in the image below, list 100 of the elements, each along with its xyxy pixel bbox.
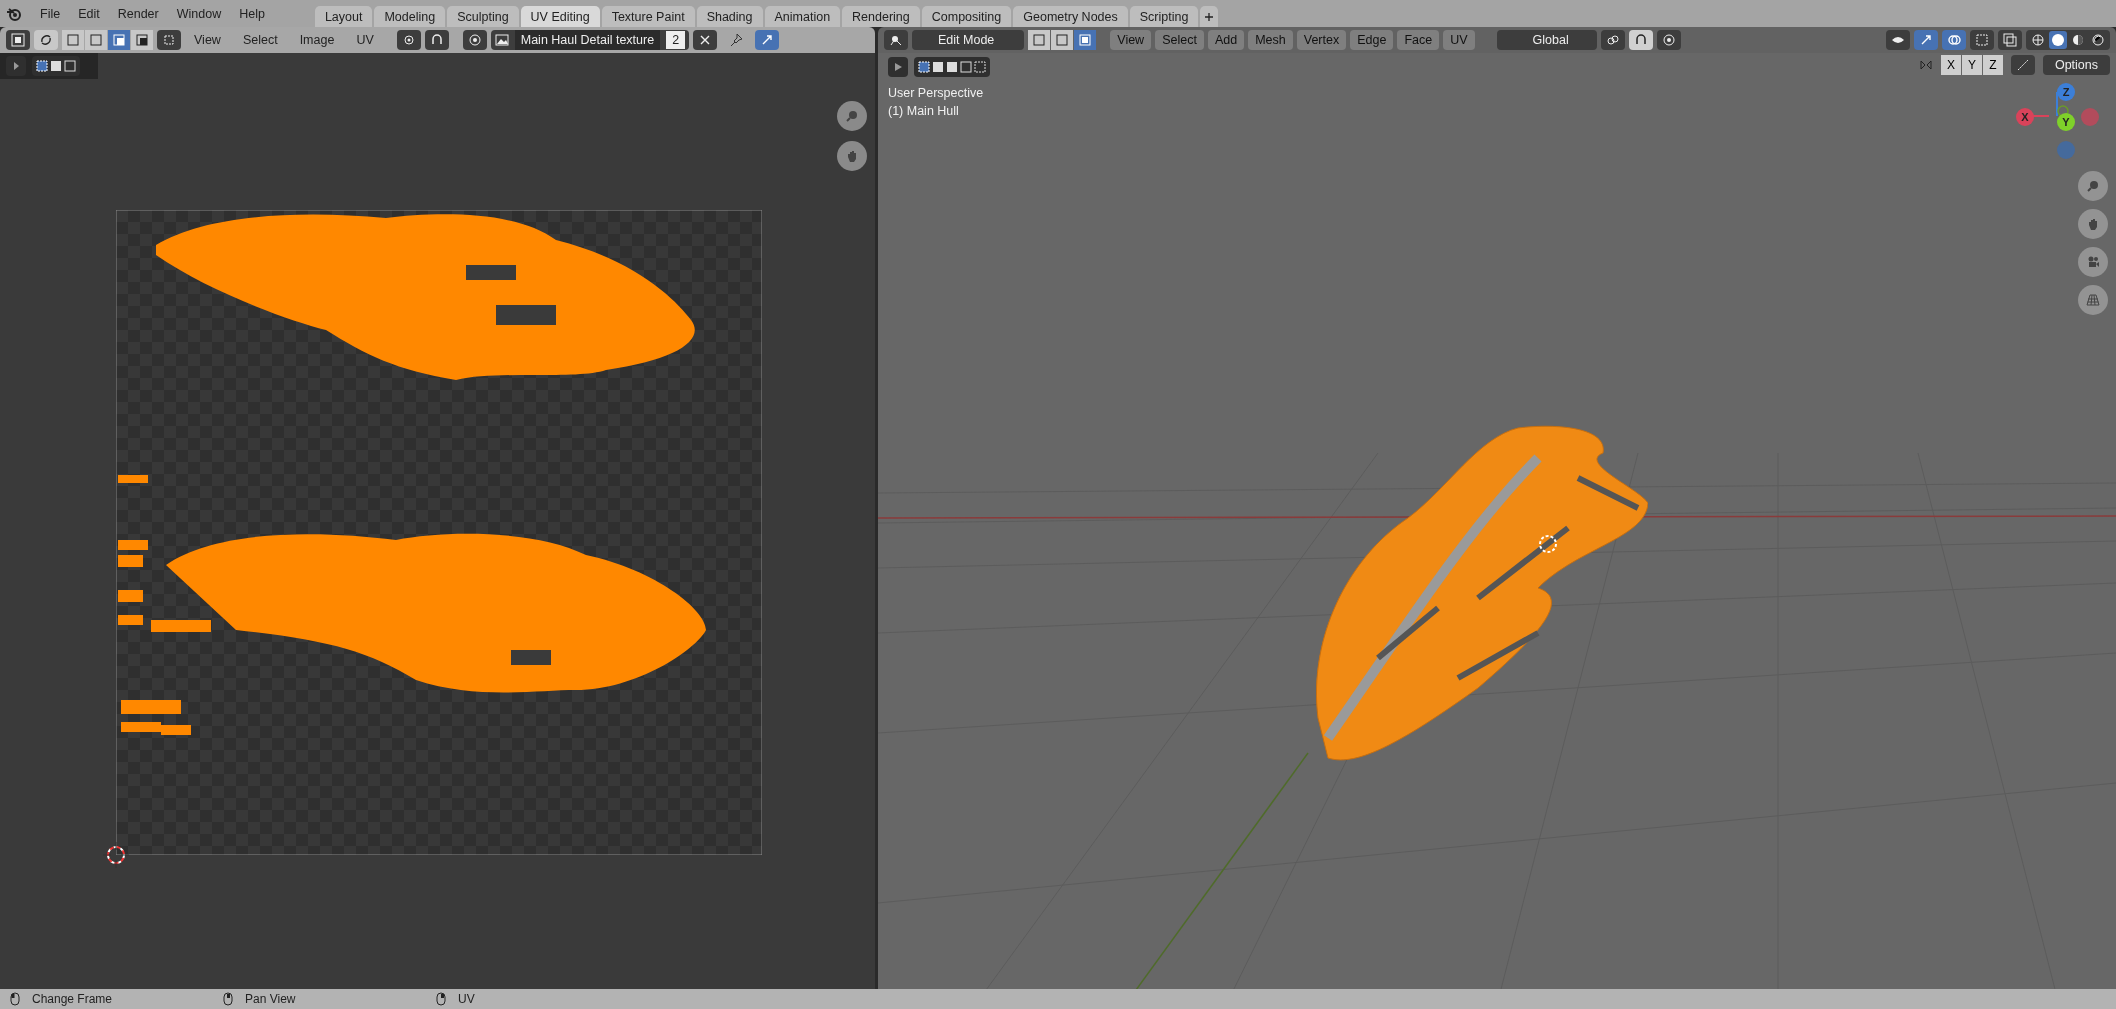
snap-button[interactable] [1628,30,1653,50]
overlays-button[interactable] [1942,30,1966,50]
snap-button[interactable] [424,30,449,50]
workspace-tab[interactable]: Texture Paint [601,6,695,27]
menu-item[interactable]: Window [168,6,230,21]
mirror-axis-button[interactable]: Y [1961,55,1982,75]
menu-item[interactable]: Edit [70,6,108,21]
select-box-tool-button[interactable] [32,56,80,76]
mesh-overlays-button[interactable] [1970,30,1994,50]
overlays-icon [1947,33,1961,47]
gizmo-toggle-button[interactable] [755,30,780,50]
close-button[interactable] [693,30,718,50]
select-mode-icon [1055,33,1070,47]
status-hint: Pan View [245,992,296,1006]
camera-button[interactable] [2078,247,2108,277]
editor-type-button[interactable] [884,30,908,50]
dashed-line-icon [2015,58,2030,72]
visibility-button[interactable] [1886,30,1910,50]
wireframe-sphere-icon [2031,33,2045,47]
workspace-tab[interactable]: Geometry Nodes [1013,6,1128,27]
image-icon [494,33,509,47]
hand-icon [845,149,859,163]
menu-item[interactable]: UV [347,33,383,47]
select-mode-icon [89,33,103,47]
menu-item[interactable]: Render [109,6,167,21]
menu-button[interactable]: Mesh [1248,30,1293,50]
select-mode-icon [135,33,149,47]
mode-dropdown[interactable]: Edit Mode [912,30,1025,50]
pivot-button[interactable] [1600,30,1625,50]
image-selector[interactable]: Main Haul Detail texture 2 [490,30,690,50]
select-mode-button[interactable] [108,30,130,50]
solid-shading-button[interactable] [2049,31,2067,49]
select-mode-icon [112,33,126,47]
menu-button[interactable]: Select [1155,30,1204,50]
menu-button[interactable]: Vertex [1296,30,1347,50]
pan-button[interactable] [2078,209,2108,239]
mirror-axis-button[interactable]: X [1940,55,1961,75]
workspace-tab[interactable]: Shading [696,6,763,27]
zoom-button[interactable] [837,101,867,131]
app-logo-icon[interactable] [6,5,22,22]
menu-item[interactable]: Help [231,6,273,21]
plus-icon [1204,11,1215,22]
add-workspace-button[interactable] [1200,6,1219,27]
mirror-icon [1918,58,1933,72]
mouse-icon [436,992,446,1006]
status-hint: Change Frame [32,992,113,1006]
proportional-edit-button[interactable] [1656,30,1681,50]
workspace-tab[interactable]: Compositing [921,6,1012,27]
workspace-tab[interactable]: Layout [314,6,373,27]
menu-item[interactable]: Image [290,33,344,47]
proportional-edit-icon [1661,33,1676,47]
menu-item[interactable]: View [185,33,230,47]
workspace-tab[interactable]: UV Editing [520,6,600,27]
render-sphere-icon [2091,33,2105,47]
rendered-shading-button[interactable] [2089,31,2107,49]
menu-button[interactable]: Face [1397,30,1440,50]
zoom-button[interactable] [2078,171,2108,201]
wireframe-shading-button[interactable] [2029,31,2047,49]
menu-button[interactable]: Edge [1350,30,1394,50]
zoom-icon [845,109,859,123]
tool-toggle-button[interactable] [888,57,908,77]
viewport-info-text: User Perspective [888,86,984,100]
select-mode-button[interactable] [131,30,153,50]
axis-x-button[interactable]: X [2016,108,2034,126]
editor-type-button[interactable] [6,30,30,50]
sync-selection-button[interactable] [34,30,58,50]
pin-icon[interactable] [729,33,744,47]
workspace-tab[interactable]: Modeling [374,6,446,27]
pan-button[interactable] [837,141,867,171]
menu-item[interactable]: Select [233,33,287,47]
image-name: Main Haul Detail texture [514,30,661,50]
axis-y-button[interactable]: Y [2057,113,2075,131]
half-sphere-icon [2071,33,2085,47]
dashed-square-icon [1975,33,1989,47]
orientation-dropdown[interactable]: Global [1496,30,1597,50]
selection-modes-icon [35,59,77,73]
xray-button[interactable] [1998,30,2022,50]
mirror-axis-button[interactable]: Z [1982,55,2003,75]
workspace-tab[interactable]: Rendering [842,6,920,27]
pivot-button[interactable] [396,30,421,50]
tool-toggle-button[interactable] [6,56,26,76]
menu-item[interactable]: File [32,6,69,21]
sticky-mode-button[interactable] [157,30,181,50]
select-box-tool-button[interactable] [914,57,990,77]
gizmo-toggle-button[interactable] [1914,30,1938,50]
perspective-button[interactable] [2078,285,2108,315]
menu-button[interactable]: UV [1443,30,1475,50]
options-dropdown[interactable]: Options [2042,55,2110,75]
menu-button[interactable]: Add [1207,30,1245,50]
workspace-tab[interactable]: Animation [764,6,841,27]
select-mode-icon [66,33,80,47]
workspace-tab[interactable]: Scripting [1129,6,1199,27]
menu-button[interactable]: View [1110,30,1152,50]
arrow-icon [1919,33,1933,47]
viewport-icon [889,33,903,47]
xray-icon [2003,33,2017,47]
proportional-edit-button[interactable] [462,30,487,50]
workspace-tab[interactable]: Sculpting [447,6,519,27]
axis-z-button[interactable]: Z [2057,83,2075,101]
select-mode-button[interactable] [1074,30,1097,50]
